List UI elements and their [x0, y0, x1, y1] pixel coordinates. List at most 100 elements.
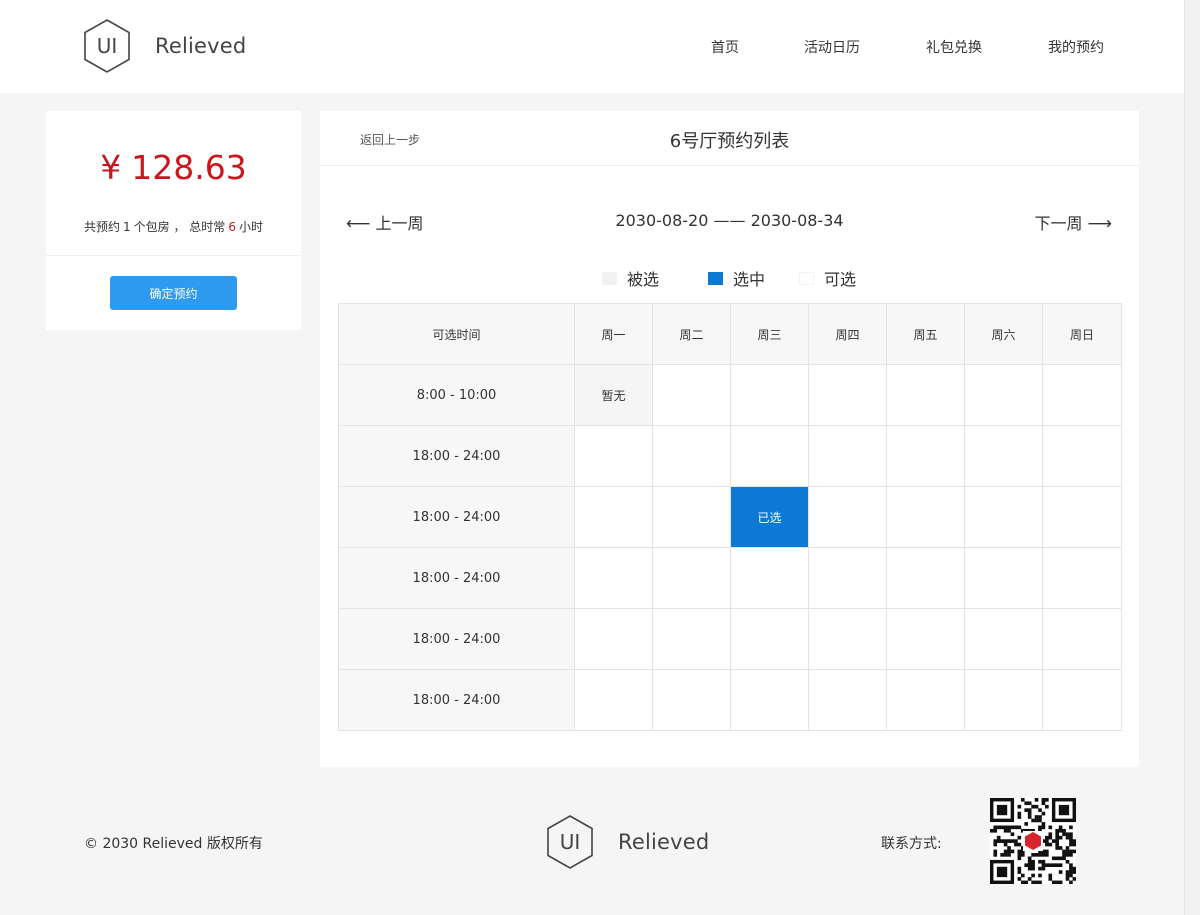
slot-cell[interactable] [730, 364, 809, 426]
qr-code-icon [990, 798, 1076, 884]
slot-cell[interactable] [964, 608, 1043, 670]
nav-item-my-reservations[interactable]: 我的预约 [1048, 37, 1104, 57]
arrow-right-icon: ⟶ [1087, 214, 1112, 234]
slot-cell[interactable] [886, 486, 965, 548]
site-header: UI Relieved 首页 活动日历 礼包兑换 我的预约 [0, 0, 1184, 93]
slot-cell[interactable] [964, 669, 1043, 731]
hours-count: 6 [228, 220, 236, 234]
slot-cell[interactable] [808, 608, 887, 670]
day-header: 周日 [1042, 303, 1122, 365]
slot-cell[interactable] [964, 486, 1043, 548]
slot-cell[interactable] [574, 608, 653, 670]
slot-cell[interactable] [886, 547, 965, 609]
slot-cell[interactable] [730, 425, 809, 487]
slot-cell[interactable] [574, 669, 653, 731]
legend-label-booked: 被选 [627, 270, 660, 289]
nav-item-home[interactable]: 首页 [711, 37, 739, 57]
table-row: 18:00 - 24:00 已选 [338, 486, 1122, 548]
time-slot-label: 18:00 - 24:00 [338, 425, 575, 487]
slot-cell[interactable] [1042, 669, 1122, 731]
table-row: 18:00 - 24:00 [338, 425, 1122, 487]
time-slot-label: 18:00 - 24:00 [338, 608, 575, 670]
slot-cell[interactable] [652, 669, 731, 731]
desc-suffix: 小时 [238, 220, 263, 234]
day-header: 周二 [652, 303, 731, 365]
slot-cell[interactable] [730, 669, 809, 731]
desc-prefix: 共预约 [84, 220, 121, 234]
slot-cell[interactable] [886, 669, 965, 731]
nav-item-gift-redeem[interactable]: 礼包兑换 [926, 37, 982, 57]
slot-cell[interactable] [730, 608, 809, 670]
site-footer: © 2030 Relieved 版权所有 UI Relieved 联系方式: [0, 790, 1184, 915]
day-header: 周三 [730, 303, 809, 365]
copyright-text: © 2030 Relieved 版权所有 [84, 836, 263, 852]
time-slot-label: 18:00 - 24:00 [338, 547, 575, 609]
panel-header: 6号厅预约列表 返回上一步 [320, 111, 1139, 166]
booking-summary-card: ¥128.63 共预约 1 个包房 ， 总时常 6 小时 确定预约 [46, 111, 301, 330]
slot-cell[interactable] [1042, 364, 1122, 426]
slot-cell[interactable] [808, 425, 887, 487]
prev-week-label: 上一周 [375, 214, 424, 233]
slot-cell[interactable] [1042, 486, 1122, 548]
slot-cell[interactable] [652, 425, 731, 487]
table-row: 18:00 - 24:00 [338, 669, 1122, 731]
hexagon-logo-icon: UI [547, 815, 593, 869]
slot-cell-selected[interactable]: 已选 [730, 486, 809, 548]
legend-label-selected: 选中 [733, 270, 766, 289]
legend-swatch-booked [602, 271, 617, 285]
schedule-table: 可选时间 周一 周二 周三 周四 周五 周六 周日 8:00 - 10:00 暂无… [338, 303, 1122, 731]
footer-logo[interactable]: UI Relieved [546, 814, 709, 870]
slot-cell[interactable] [808, 669, 887, 731]
slot-cell[interactable] [964, 425, 1043, 487]
prev-week-button[interactable]: ⟵ 上一周 [346, 210, 423, 234]
time-slot-label: 8:00 - 10:00 [338, 364, 575, 426]
slot-cell[interactable] [652, 364, 731, 426]
slot-cell[interactable] [808, 486, 887, 548]
table-row: 18:00 - 24:00 [338, 608, 1122, 670]
slot-cell[interactable] [574, 547, 653, 609]
desc-middle: 个包房 ， 总时常 [133, 220, 226, 234]
table-row: 8:00 - 10:00 暂无 [338, 364, 1122, 426]
panel-title: 6号厅预约列表 [669, 131, 790, 152]
price-amount: 128.63 [131, 148, 247, 187]
slot-cell-booked: 暂无 [574, 364, 653, 426]
room-count: 1 [123, 220, 131, 234]
slot-cell[interactable] [652, 547, 731, 609]
legend-item-selected: 选中 [708, 266, 765, 290]
slot-cell[interactable] [1042, 547, 1122, 609]
week-navigation: 2030-08-20 —— 2030-08-34 ⟵ 上一周 下一周 ⟶ [320, 210, 1139, 236]
slot-cell[interactable] [730, 547, 809, 609]
slot-cell[interactable] [886, 608, 965, 670]
slot-cell[interactable] [886, 425, 965, 487]
slot-cell[interactable] [574, 486, 653, 548]
main-nav: 首页 活动日历 礼包兑换 我的预约 [0, 37, 1184, 57]
slot-cell[interactable] [964, 547, 1043, 609]
time-slot-label: 18:00 - 24:00 [338, 486, 575, 548]
slot-cell[interactable] [652, 608, 731, 670]
slot-cell[interactable] [652, 486, 731, 548]
legend-swatch-available [799, 271, 814, 285]
currency-symbol: ¥ [100, 148, 122, 187]
reservation-panel: 6号厅预约列表 返回上一步 2030-08-20 —— 2030-08-34 ⟵… [320, 111, 1139, 767]
slot-cell[interactable] [886, 364, 965, 426]
next-week-label: 下一周 [1034, 214, 1083, 233]
arrow-left-icon: ⟵ [346, 214, 371, 234]
next-week-button[interactable]: 下一周 ⟶ [1035, 210, 1112, 234]
slot-cell[interactable] [964, 364, 1043, 426]
slot-cell[interactable] [574, 425, 653, 487]
slot-cell[interactable] [1042, 425, 1122, 487]
back-link[interactable]: 返回上一步 [360, 131, 420, 148]
day-header: 周四 [808, 303, 887, 365]
legend-item-booked: 被选 [602, 266, 659, 290]
footer-brand-name: Relieved [618, 830, 710, 854]
slot-cell[interactable] [808, 364, 887, 426]
schedule-header-row: 可选时间 周一 周二 周三 周四 周五 周六 周日 [338, 303, 1122, 365]
booking-description: 共预约 1 个包房 ， 总时常 6 小时 [46, 218, 301, 235]
page-scrollbar[interactable] [1184, 0, 1200, 915]
day-header: 周一 [574, 303, 653, 365]
nav-item-activity-calendar[interactable]: 活动日历 [804, 37, 860, 57]
divider [46, 255, 301, 256]
slot-cell[interactable] [1042, 608, 1122, 670]
slot-cell[interactable] [808, 547, 887, 609]
confirm-booking-button[interactable]: 确定预约 [110, 276, 237, 310]
